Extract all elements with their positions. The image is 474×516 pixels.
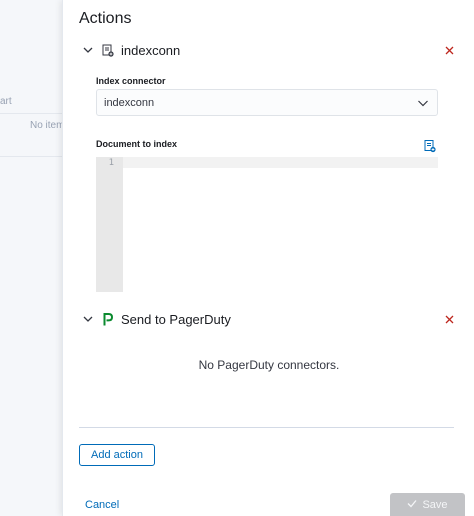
background-column-label: art — [0, 96, 12, 107]
document-to-index-label: Document to index — [96, 139, 178, 149]
background-divider — [0, 113, 62, 114]
action-title: indexconn — [121, 42, 181, 58]
divider — [79, 427, 454, 428]
editor-active-line[interactable] — [123, 157, 438, 168]
chevron-down-icon — [417, 97, 429, 109]
index-connector-select[interactable]: indexconn — [96, 89, 438, 116]
index-connector-value: indexconn — [104, 96, 155, 109]
index-document-icon — [101, 43, 115, 57]
action-header-pagerduty[interactable]: Send to PagerDuty — [81, 308, 456, 330]
background-page: art No item — [0, 0, 62, 516]
no-connectors-message: No PagerDuty connectors. — [198, 358, 340, 372]
pagerduty-icon — [101, 312, 115, 326]
chevron-down-icon[interactable] — [81, 43, 95, 57]
add-variable-icon[interactable] — [424, 139, 436, 153]
actions-flyout: Actions indexconn Index connector indexc… — [62, 0, 474, 516]
editor-gutter: 1 — [96, 157, 123, 292]
background-empty-text: No item — [30, 120, 62, 131]
action-header-indexconn[interactable]: indexconn — [81, 39, 456, 61]
add-action-button[interactable]: Add action — [79, 444, 155, 466]
chevron-down-icon[interactable] — [81, 312, 95, 326]
actions-title: Actions — [79, 10, 132, 27]
close-icon[interactable] — [442, 312, 456, 326]
editor-line-number: 1 — [108, 158, 114, 168]
cancel-button[interactable]: Cancel — [85, 499, 119, 511]
action-title: Send to PagerDuty — [121, 311, 231, 327]
save-button-label: Save — [422, 498, 448, 511]
save-button[interactable]: Save — [390, 493, 465, 516]
index-connector-label: Index connector — [96, 76, 166, 86]
background-divider — [0, 156, 62, 157]
check-icon — [407, 499, 417, 511]
close-icon[interactable] — [442, 43, 456, 57]
document-code-editor[interactable]: 1 — [96, 157, 438, 292]
